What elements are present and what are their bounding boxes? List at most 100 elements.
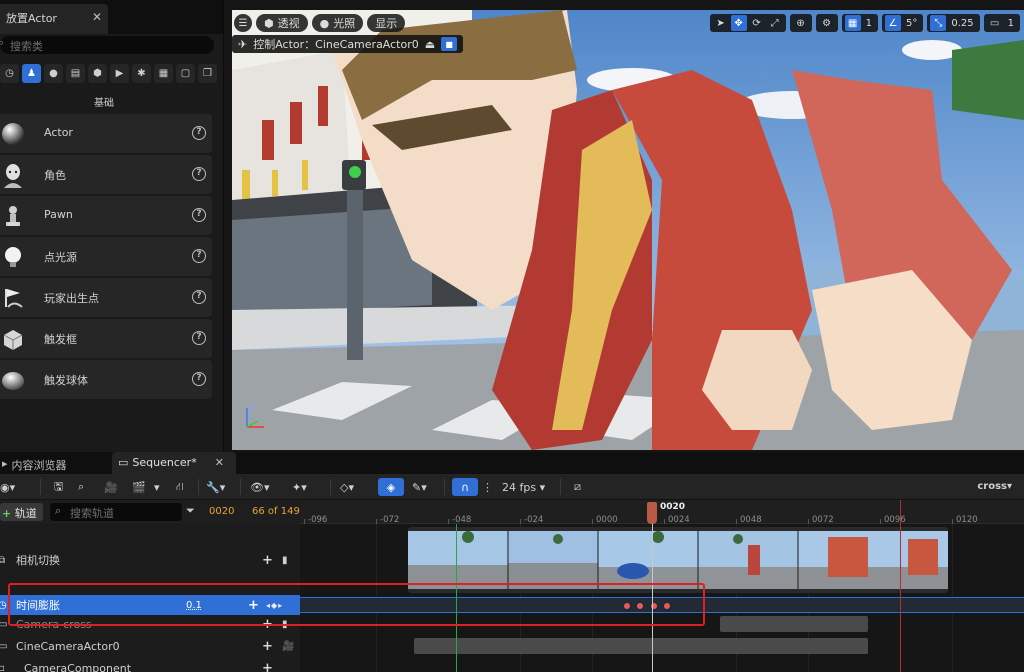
cinematic-icon[interactable]: ▤ <box>66 64 85 83</box>
track-row-camera-cuts[interactable]: ⧉ 相机切换 + ▮ <box>0 550 300 570</box>
keyframe[interactable] <box>664 603 670 609</box>
playback-end-marker[interactable] <box>900 500 901 672</box>
playback-start-marker[interactable] <box>456 524 457 672</box>
auto-key-icon[interactable]: ◈ <box>378 478 404 496</box>
more-options-icon[interactable]: ⋮ <box>482 478 493 496</box>
tab-sequencer[interactable]: ▭ Sequencer* ✕ <box>112 452 236 474</box>
keyframe[interactable] <box>624 603 630 609</box>
sequence-name-dropdown[interactable]: cross▾ <box>977 481 1012 492</box>
add-track-icon[interactable]: + <box>262 639 273 654</box>
camera-icon[interactable]: ▮ <box>282 555 288 566</box>
help-icon[interactable]: ? <box>192 208 206 222</box>
time-dilation-track-lane[interactable] <box>300 597 1024 613</box>
add-key-icon[interactable]: + <box>248 598 259 613</box>
actor-list-item-point-light[interactable]: 点光源 ? <box>0 237 212 276</box>
translate-icon[interactable]: ✥ <box>730 15 747 31</box>
render-movie-icon[interactable]: 🎥 <box>104 478 118 496</box>
current-frame-field[interactable]: 0020 <box>209 506 234 517</box>
save-icon[interactable]: 🖫 <box>54 478 63 496</box>
basic-icon[interactable]: ♟ <box>22 64 41 83</box>
surface-snapping-icon[interactable]: ⚙ <box>819 15 835 31</box>
playhead-line[interactable] <box>652 524 653 672</box>
wrench-icon[interactable]: 🔧▾ <box>206 478 225 496</box>
pencil-icon[interactable]: ✎▾ <box>412 478 427 496</box>
help-icon[interactable]: ? <box>192 167 206 181</box>
world-space-icon[interactable]: ⊕ <box>793 15 809 31</box>
close-icon[interactable]: ✕ <box>215 456 224 474</box>
track-row-camera-cross[interactable]: ▭ Camera-cross + ▮ <box>0 614 300 634</box>
world-icon[interactable]: ◉▾ <box>0 478 15 496</box>
help-icon[interactable]: ? <box>192 331 206 345</box>
actor-list-item-trigger-box[interactable]: 触发框 ? <box>0 319 212 358</box>
camera-speed-value[interactable]: 1 <box>1005 18 1017 29</box>
find-asset-icon[interactable]: ⌕ <box>78 478 84 496</box>
actor-list-item-character[interactable]: 角色 ? <box>0 155 212 194</box>
track-row-camera-component[interactable]: ▫ CameraComponent + <box>0 658 300 672</box>
rotate-icon[interactable]: ⟳ <box>749 15 765 31</box>
camera-cut-section[interactable] <box>408 527 948 593</box>
snap-magnet-icon[interactable]: ∩ <box>452 478 478 496</box>
hamburger-menu-icon[interactable]: ☰ <box>234 14 252 32</box>
misc-icon[interactable]: ❐ <box>198 64 217 83</box>
geometry-icon[interactable]: ▶ <box>110 64 129 83</box>
fps-dropdown[interactable]: 24 fps ▾ <box>502 478 545 496</box>
track-row-cine-camera-actor[interactable]: ▭ CineCameraActor0 + 🎥 <box>0 636 300 656</box>
camera-lock-icon[interactable]: ■ <box>441 37 458 51</box>
rotation-snap-icon[interactable]: ∠ <box>884 15 901 31</box>
shapes-icon[interactable]: ▢ <box>176 64 195 83</box>
camera-speed-icon[interactable]: ▭ <box>987 15 1003 31</box>
perspective-button[interactable]: ⬢ 透视 <box>256 14 308 32</box>
scale-snap-value[interactable]: 0.25 <box>948 18 976 29</box>
cine-camera-actor-section[interactable] <box>414 638 868 654</box>
scale-snap-icon[interactable]: ⤡ <box>930 15 947 31</box>
track-row-time-dilation[interactable]: ◷ 时间膨胀 0.1 + ◂◆▸ <box>0 595 300 615</box>
camera-cross-section[interactable] <box>720 616 868 632</box>
volumes-icon[interactable]: ✱ <box>132 64 151 83</box>
key-navigation-icon[interactable]: ◂◆▸ <box>266 601 283 610</box>
lights-icon[interactable]: ● <box>44 64 63 83</box>
rotation-snap-value[interactable]: 5° <box>903 18 920 29</box>
close-icon[interactable]: ✕ <box>92 10 102 24</box>
sequencer-timeline[interactable]: -096 -072 -048 -024 0000 0024 0048 0072 … <box>300 500 1024 672</box>
add-section-icon[interactable]: + <box>262 617 273 632</box>
actor-list-item-actor[interactable]: Actor ? <box>0 114 212 153</box>
add-track-button[interactable]: + 轨道 <box>0 503 43 521</box>
filter-icon[interactable]: ⏷ <box>186 504 195 518</box>
camera-icon[interactable]: 🎥 <box>282 641 294 652</box>
help-icon[interactable]: ? <box>192 372 206 386</box>
actor-list-item-trigger-sphere[interactable]: 触发球体 ? <box>0 360 212 399</box>
lit-mode-button[interactable]: ● 光照 <box>311 14 364 32</box>
clapperboard-icon[interactable]: 🎬 <box>132 478 146 496</box>
add-section-icon[interactable]: + <box>262 553 273 568</box>
curve-editor-icon[interactable]: ⧄ <box>574 478 581 496</box>
actor-list-item-pawn[interactable]: Pawn ? <box>0 196 212 235</box>
grid-snap-value[interactable]: 1 <box>863 18 875 29</box>
eye-icon[interactable]: 👁▾ <box>250 478 270 496</box>
help-icon[interactable]: ? <box>192 249 206 263</box>
eject-icon[interactable]: ⏏ <box>425 38 435 51</box>
show-button[interactable]: 显示 <box>367 14 406 32</box>
help-icon[interactable]: ? <box>192 126 206 140</box>
playback-options-icon[interactable]: ✦▾ <box>292 478 307 496</box>
all-classes-icon[interactable]: ▦ <box>154 64 173 83</box>
actor-list-item-player-start[interactable]: 玩家出生点 ? <box>0 278 212 317</box>
level-viewport[interactable]: ☰ ⬢ 透视 ● 光照 显示 ✈ 控制Actor：CineCameraActor0 … <box>232 10 1024 450</box>
grid-snap-icon[interactable]: ▦ <box>844 15 861 31</box>
time-dilation-value[interactable]: 0.1 <box>186 600 202 611</box>
actions-menu-icon[interactable]: ▾ <box>154 478 160 496</box>
visual-effects-icon[interactable]: ⬢ <box>88 64 107 83</box>
recent-icon[interactable]: ◷ <box>0 64 19 83</box>
help-icon[interactable]: ? <box>192 290 206 304</box>
playhead-handle[interactable] <box>647 502 657 524</box>
scale-icon[interactable]: ⤢ <box>767 15 783 31</box>
camera-icon[interactable]: ▮ <box>282 619 288 630</box>
key-icon[interactable]: ◇▾ <box>340 478 354 496</box>
add-track-icon[interactable]: + <box>262 661 273 672</box>
hierarchy-icon[interactable]: ⛙ <box>176 478 184 496</box>
keyframe[interactable] <box>637 603 643 609</box>
place-actors-tab[interactable]: 放置Actor ✕ <box>0 4 108 34</box>
tab-content-browser[interactable]: ▸ 内容浏览器 <box>0 454 73 474</box>
select-icon[interactable]: ➤ <box>713 15 729 31</box>
track-search-input[interactable]: ⌕ 搜索轨道 <box>50 503 182 521</box>
class-search-input[interactable]: ⌕ 搜索类 <box>0 36 214 54</box>
